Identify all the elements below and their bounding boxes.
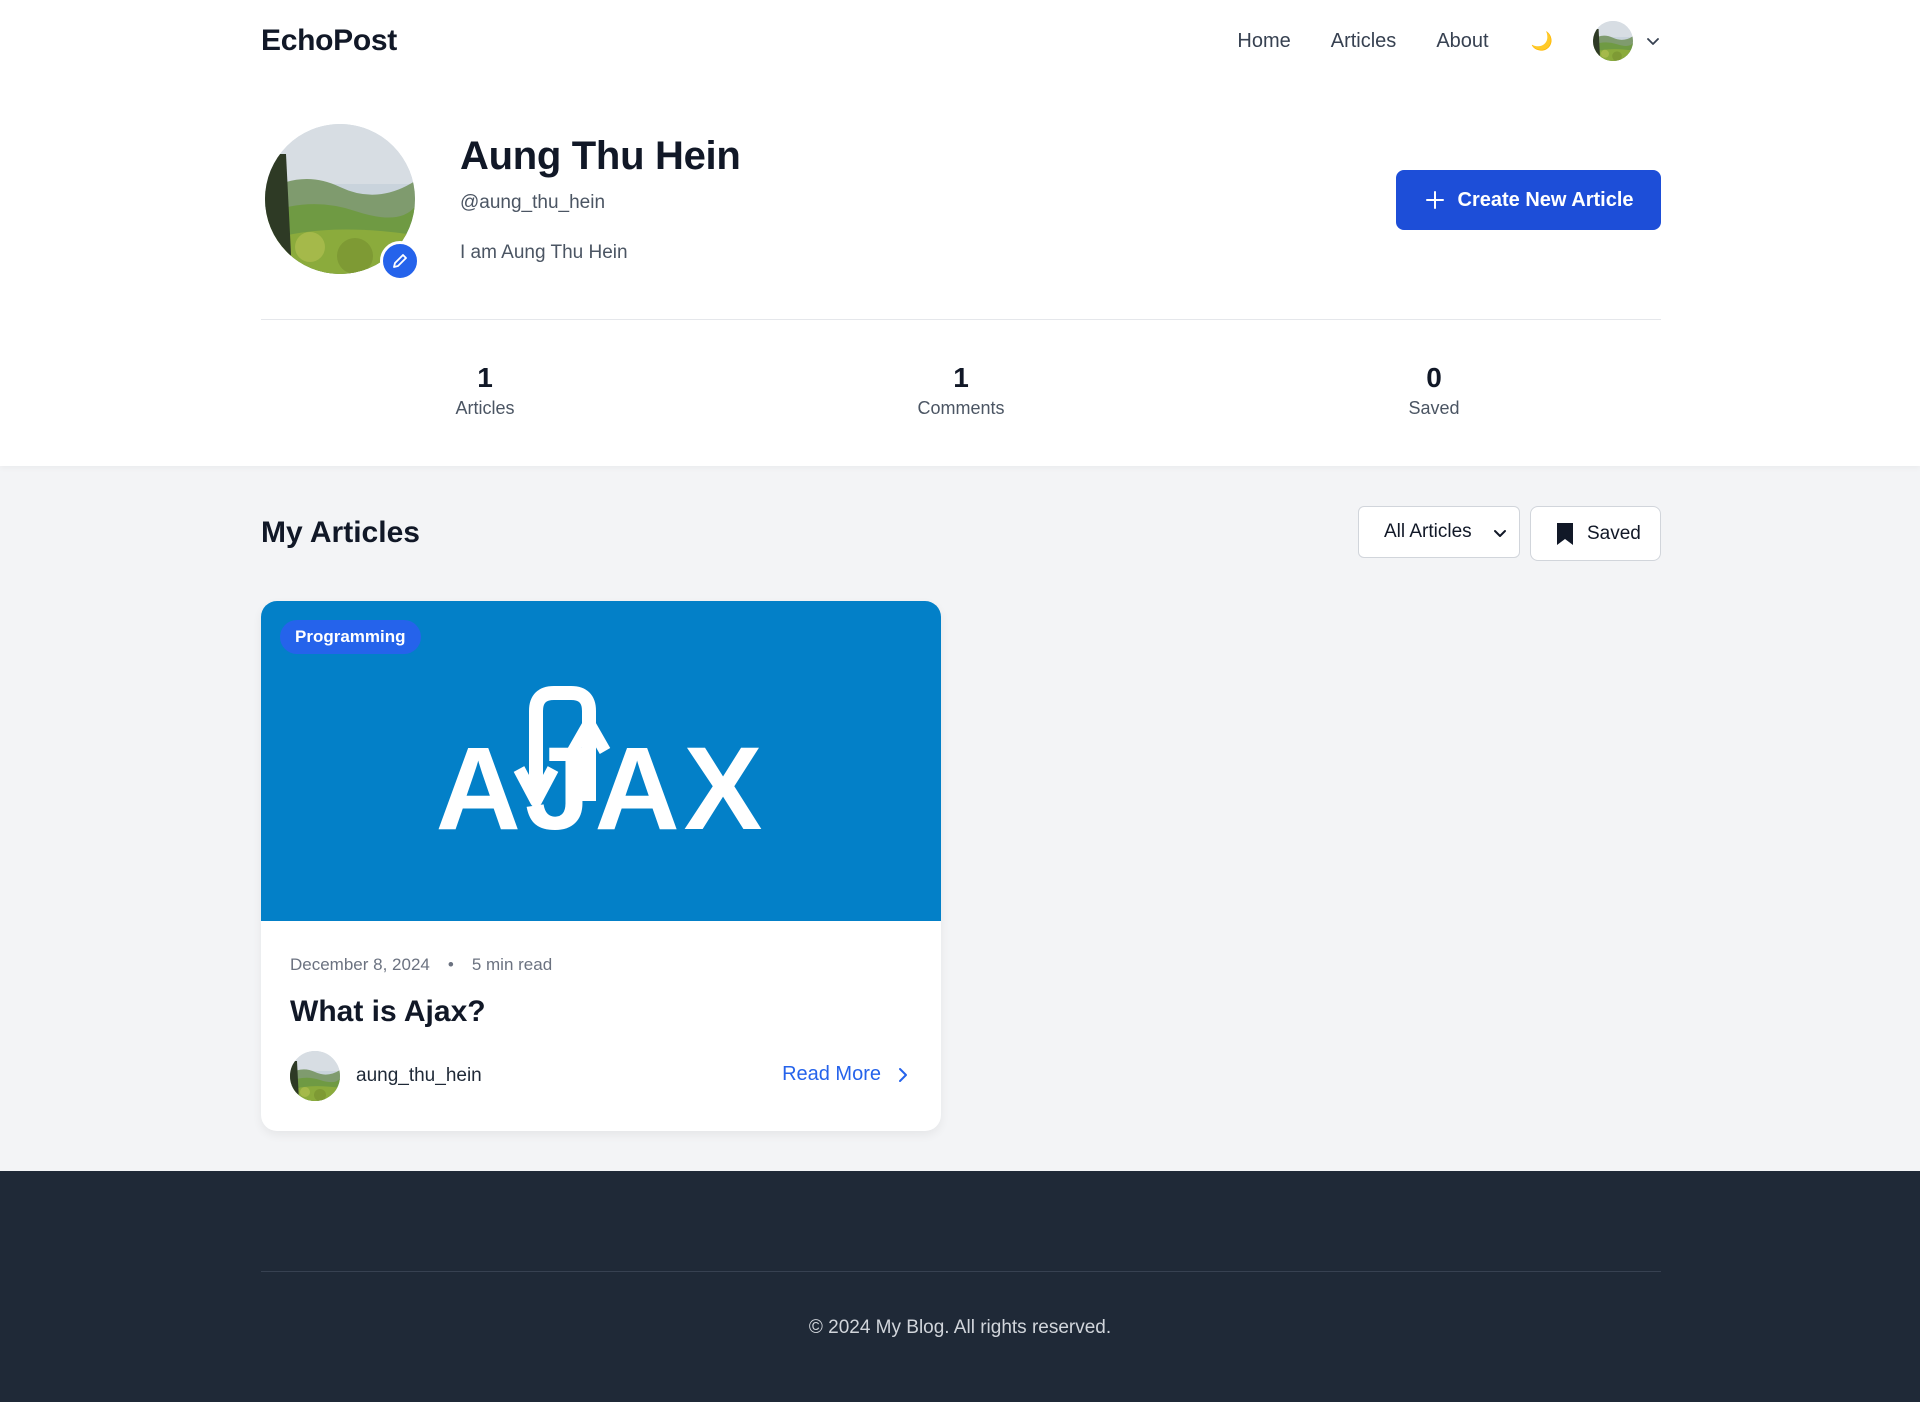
moon-icon[interactable]: 🌙: [1531, 31, 1553, 52]
article-meta: December 8, 2024 • 5 min read: [290, 955, 552, 975]
footer-copyright: © 2024 My Blog. All rights reserved.: [808, 1317, 1112, 1338]
stat-saved: 0 Saved: [1334, 362, 1534, 419]
stat-value: 1: [953, 362, 969, 393]
chevron-down-icon: [1647, 38, 1659, 45]
avatar: [1593, 21, 1633, 61]
author-name: aung_thu_hein: [356, 1065, 482, 1086]
profile-handle: @aung_thu_hein: [460, 192, 606, 213]
article-author: aung_thu_hein: [290, 1051, 482, 1101]
profile-name: Aung Thu Hein: [460, 134, 741, 178]
category-tag[interactable]: Programming: [280, 620, 421, 654]
article-filter-select[interactable]: All Articles: [1358, 506, 1520, 558]
read-more-link[interactable]: Read More: [782, 1063, 911, 1086]
brand-logo[interactable]: EchoPost: [261, 24, 397, 58]
stat-label: Comments: [917, 398, 1005, 418]
nav-link-articles[interactable]: Articles: [1331, 30, 1397, 53]
stat-comments: 1 Comments: [861, 362, 1061, 419]
avatar: [290, 1051, 340, 1101]
profile-header-section: EchoPost Home Articles About 🌙 Aung Thu …: [0, 0, 1920, 466]
saved-button-label: Saved: [1587, 522, 1641, 544]
top-navbar: EchoPost Home Articles About 🌙: [261, 0, 1661, 82]
nav-link-about[interactable]: About: [1436, 30, 1488, 53]
article-title[interactable]: What is Ajax?: [290, 995, 486, 1029]
article-date: December 8, 2024: [290, 955, 430, 974]
stat-label: Saved: [1408, 398, 1460, 418]
create-new-article-button[interactable]: Create New Article: [1396, 170, 1661, 230]
chevron-right-icon: [899, 1067, 907, 1082]
nav-link-home[interactable]: Home: [1237, 30, 1290, 53]
read-more-label: Read More: [782, 1063, 881, 1085]
profile-stats: 1 Articles 1 Comments 0 Saved: [261, 362, 1661, 432]
pencil-icon: [393, 254, 407, 268]
divider: [261, 319, 1661, 320]
filter-selected-value: All Articles: [1384, 521, 1472, 542]
nav-links: Home Articles About 🌙: [1197, 21, 1661, 61]
footer: © 2024 My Blog. All rights reserved.: [0, 1171, 1920, 1402]
profile-bio: I am Aung Thu Hein: [460, 242, 628, 263]
profile-info: Aung Thu Hein @aung_thu_hein I am Aung T…: [261, 124, 1661, 281]
stat-articles: 1 Articles: [385, 362, 585, 419]
user-menu-button[interactable]: [1593, 21, 1661, 61]
stat-value: 0: [1426, 362, 1442, 393]
stat-label: Articles: [455, 398, 515, 418]
stat-value: 1: [477, 362, 493, 393]
create-new-article-label: Create New Article: [1457, 188, 1634, 211]
edit-avatar-button[interactable]: [380, 241, 420, 281]
section-title: My Articles: [261, 516, 420, 549]
saved-filter-button[interactable]: Saved: [1530, 506, 1661, 561]
article-card[interactable]: AJAX Programming December 8, 2024 • 5 mi…: [261, 601, 941, 1131]
bookmark-icon: [1557, 522, 1573, 545]
plus-icon: [1425, 191, 1444, 209]
meta-separator: •: [447, 955, 454, 974]
footer-divider: [261, 1271, 1661, 1272]
chevron-down-icon: [1494, 530, 1506, 537]
read-time: 5 min read: [471, 955, 553, 974]
